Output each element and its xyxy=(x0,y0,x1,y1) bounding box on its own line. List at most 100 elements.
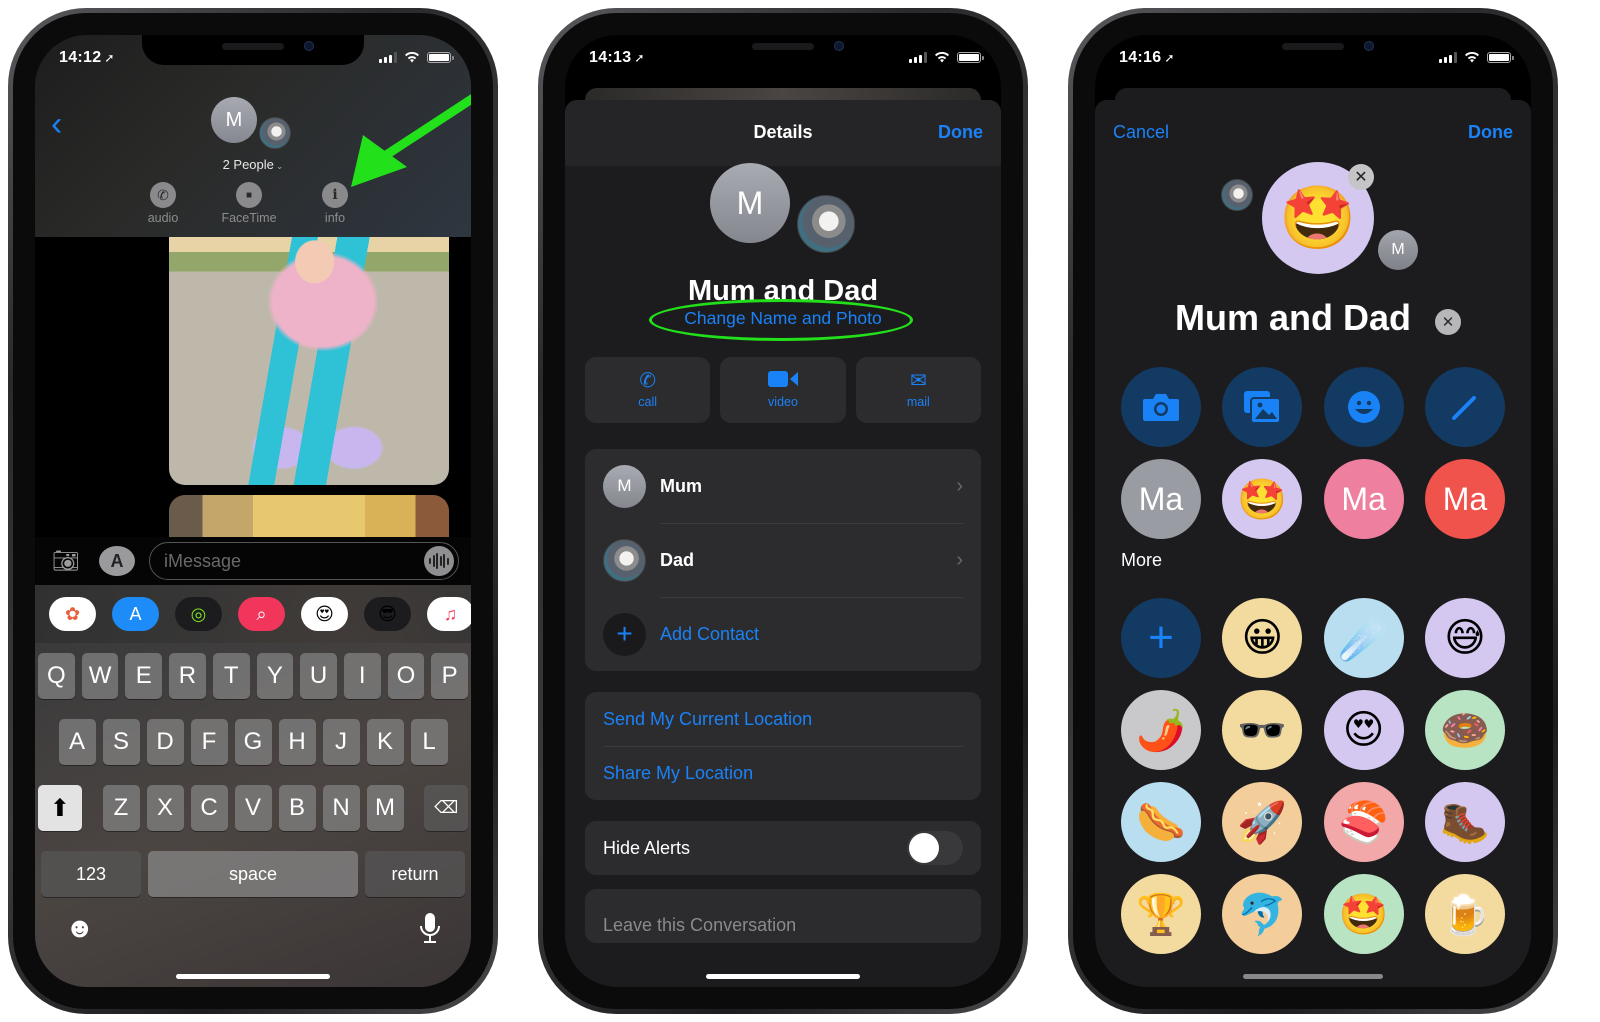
key-e[interactable]: E xyxy=(125,653,163,699)
camera-button[interactable] xyxy=(1121,367,1201,447)
send-current-location-button[interactable]: Send My Current Location xyxy=(585,692,981,746)
back-button[interactable]: ‹ xyxy=(51,107,62,141)
key-p[interactable]: P xyxy=(431,653,469,699)
share-location-button[interactable]: Share My Location xyxy=(585,746,981,800)
photo-message[interactable] xyxy=(169,495,449,537)
key-d[interactable]: D xyxy=(146,719,184,765)
mail-button[interactable]: ✉ mail xyxy=(855,357,981,423)
key-v[interactable]: V xyxy=(234,785,272,831)
dog-avatar[interactable] xyxy=(1221,179,1253,211)
group-name-field[interactable]: Mum and Dad xyxy=(1175,297,1411,339)
key-z[interactable]: Z xyxy=(102,785,140,831)
add-contact-button[interactable]: + Add Contact xyxy=(585,597,981,671)
dictation-button[interactable] xyxy=(419,912,441,951)
emoji-option[interactable]: 🐬 xyxy=(1222,874,1303,954)
key-i[interactable]: I xyxy=(343,653,381,699)
key-a[interactable]: A xyxy=(58,719,96,765)
camera-icon xyxy=(1143,394,1179,421)
app-drawer-item-memoji-stickers[interactable]: 😍 xyxy=(301,597,348,631)
app-drawer-item-images-search[interactable]: ⌕ xyxy=(238,597,285,631)
key-b[interactable]: B xyxy=(278,785,316,831)
key-k[interactable]: K xyxy=(366,719,404,765)
key-t[interactable]: T xyxy=(212,653,250,699)
monogram-option[interactable]: Ma xyxy=(1323,459,1404,539)
app-drawer-item-photos[interactable]: ✿ xyxy=(49,597,96,631)
key-f[interactable]: F xyxy=(190,719,228,765)
emoji-option[interactable]: ☄️ xyxy=(1323,598,1404,678)
key-s[interactable]: S xyxy=(102,719,140,765)
pencil-button[interactable] xyxy=(1424,367,1505,447)
emoji-option[interactable]: 🌶️ xyxy=(1121,690,1201,770)
clear-name-button[interactable]: ✕ xyxy=(1435,309,1461,335)
key-r[interactable]: R xyxy=(169,653,206,699)
key-l[interactable]: L xyxy=(410,719,448,765)
photo-message[interactable] xyxy=(169,237,449,485)
call-button[interactable]: ✆ call xyxy=(585,357,711,423)
change-name-and-photo-link[interactable]: Change Name and Photo xyxy=(565,308,1001,329)
home-indicator[interactable] xyxy=(706,974,860,979)
emoji-option[interactable]: 🕶️ xyxy=(1222,690,1303,770)
emoji-button[interactable] xyxy=(1323,367,1404,447)
key-j[interactable]: J xyxy=(322,719,360,765)
leave-conversation-button[interactable]: Leave this Conversation xyxy=(585,889,981,943)
member-avatar[interactable]: M xyxy=(1378,230,1418,270)
audio-message-button[interactable] xyxy=(424,546,454,576)
emoji-option[interactable]: 😅 xyxy=(1424,598,1505,678)
home-indicator[interactable] xyxy=(176,974,330,979)
done-button[interactable]: Done xyxy=(1468,122,1513,143)
numbers-key[interactable]: 123 xyxy=(41,851,141,897)
emoji-option[interactable]: 🚀 xyxy=(1222,782,1303,862)
camera-button[interactable]: 📷︎ xyxy=(47,546,85,576)
emoji-option[interactable]: 🤩 xyxy=(1222,459,1303,539)
photos-button[interactable] xyxy=(1222,367,1303,447)
video-button[interactable]: video xyxy=(720,357,846,423)
member-row-mum[interactable]: M Mum › xyxy=(585,449,981,523)
home-indicator[interactable] xyxy=(1243,974,1383,979)
space-key[interactable]: space xyxy=(148,851,358,897)
app-drawer-item-music[interactable]: ♫ xyxy=(427,597,471,631)
emoji-option[interactable]: 🏆 xyxy=(1121,874,1201,954)
cancel-button[interactable]: Cancel xyxy=(1113,122,1169,143)
delete-key[interactable]: ⌫ xyxy=(424,785,468,831)
app-drawer-item-animoji[interactable]: 😎 xyxy=(364,597,411,631)
key-q[interactable]: Q xyxy=(37,653,75,699)
add-more-button[interactable]: + xyxy=(1121,598,1201,678)
emoji-option[interactable]: 🍣 xyxy=(1323,782,1404,862)
emoji-option[interactable]: 😀 xyxy=(1222,598,1303,678)
key-m[interactable]: M xyxy=(366,785,404,831)
message-input[interactable]: iMessage xyxy=(149,542,459,580)
shift-key[interactable]: ⬆ xyxy=(38,785,82,831)
emoji-option[interactable]: 🍩 xyxy=(1424,690,1505,770)
audio-call-button[interactable]: ✆ audio xyxy=(135,182,191,225)
return-key[interactable]: return xyxy=(365,851,465,897)
key-n[interactable]: N xyxy=(322,785,360,831)
key-w[interactable]: W xyxy=(81,653,119,699)
key-y[interactable]: Y xyxy=(256,653,294,699)
key-u[interactable]: U xyxy=(300,653,337,699)
member-row-dad[interactable]: Dad › xyxy=(585,523,981,597)
emoji-keyboard-button[interactable]: ☻ xyxy=(65,912,94,951)
app-store-button[interactable]: A xyxy=(99,546,135,576)
done-button[interactable]: Done xyxy=(938,122,983,143)
monogram-option[interactable]: Ma xyxy=(1424,459,1505,539)
notch xyxy=(672,35,894,65)
key-x[interactable]: X xyxy=(146,785,184,831)
avatar xyxy=(603,538,646,582)
app-drawer-item-app-store[interactable]: A xyxy=(112,597,159,631)
facetime-button[interactable]: ■ FaceTime xyxy=(221,182,277,225)
monogram-option[interactable]: Ma xyxy=(1121,459,1201,539)
app-drawer-item-activity[interactable]: ◎ xyxy=(175,597,222,631)
remove-photo-button[interactable]: ✕ xyxy=(1348,164,1374,190)
emoji-option[interactable]: 🥾 xyxy=(1424,782,1505,862)
emoji-option[interactable]: 🤩 xyxy=(1323,874,1404,954)
group-avatar[interactable]: M xyxy=(211,97,257,143)
key-c[interactable]: C xyxy=(190,785,228,831)
key-o[interactable]: O xyxy=(387,653,425,699)
key-g[interactable]: G xyxy=(234,719,272,765)
hide-alerts-toggle[interactable] xyxy=(907,831,963,865)
emoji-option[interactable]: 🍺 xyxy=(1424,874,1505,954)
emoji-option[interactable]: 😍 xyxy=(1323,690,1404,770)
key-h[interactable]: H xyxy=(278,719,316,765)
message-thread[interactable] xyxy=(35,237,471,537)
emoji-option[interactable]: 🌭 xyxy=(1121,782,1201,862)
